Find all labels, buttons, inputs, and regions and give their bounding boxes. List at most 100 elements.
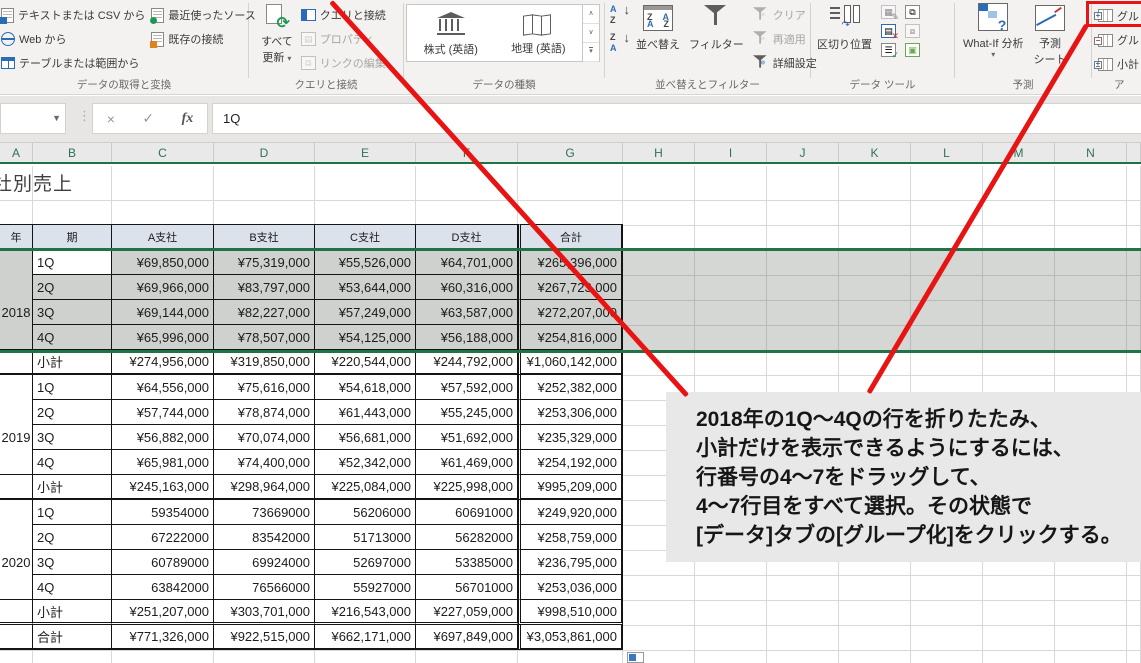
- table-row[interactable]: 4Q¥65,996,000¥78,507,000¥54,125,000¥56,1…: [0, 325, 623, 350]
- consolidate-icon[interactable]: ⧉: [905, 5, 920, 19]
- year-cell[interactable]: [0, 400, 33, 425]
- table-cell[interactable]: ¥78,507,000: [214, 325, 315, 350]
- table-cell[interactable]: 小計: [33, 600, 112, 625]
- table-cell[interactable]: ¥998,510,000: [518, 600, 623, 625]
- table-cell[interactable]: 63842000: [112, 575, 214, 600]
- sort-descending-button[interactable]: ZA↓: [609, 31, 631, 60]
- table-cell[interactable]: 55927000: [315, 575, 416, 600]
- table-cell[interactable]: ¥249,920,000: [518, 500, 623, 525]
- table-cell[interactable]: ¥56,681,000: [315, 425, 416, 450]
- name-box-dropdown-icon[interactable]: ▼: [52, 113, 61, 123]
- table-cell[interactable]: 83542000: [214, 525, 315, 550]
- year-cell[interactable]: [0, 275, 33, 300]
- sheet-title-cell[interactable]: 社別売上: [0, 169, 73, 196]
- table-cell[interactable]: ¥253,036,000: [518, 575, 623, 600]
- table-cell[interactable]: 56282000: [416, 525, 518, 550]
- table-cell[interactable]: 4Q: [33, 450, 112, 475]
- table-cell[interactable]: ¥995,209,000: [518, 475, 623, 500]
- from-table-range-button[interactable]: テーブルまたは範囲から: [1, 51, 145, 75]
- table-cell[interactable]: D支社: [416, 224, 518, 250]
- table-cell[interactable]: ¥303,701,000: [214, 600, 315, 625]
- table-cell[interactable]: ¥65,996,000: [112, 325, 214, 350]
- text-to-columns-button[interactable]: ↷ 区切り位置: [817, 3, 872, 52]
- gallery-more-button[interactable]: ▾: [583, 43, 599, 62]
- table-cell[interactable]: ¥52,342,000: [315, 450, 416, 475]
- table-cell[interactable]: ¥69,966,000: [112, 275, 214, 300]
- table-cell[interactable]: ¥65,981,000: [112, 450, 214, 475]
- column-header-M[interactable]: M: [983, 143, 1055, 162]
- table-cell[interactable]: 期: [33, 224, 112, 250]
- table-row[interactable]: 20193Q¥56,882,000¥70,074,000¥56,681,000¥…: [0, 425, 623, 450]
- relationships-icon[interactable]: ⧈: [905, 24, 920, 38]
- column-header-G[interactable]: G: [518, 143, 623, 162]
- table-cell[interactable]: ¥57,249,000: [315, 300, 416, 325]
- table-cell[interactable]: 73669000: [214, 500, 315, 525]
- table-cell[interactable]: ¥922,515,000: [214, 625, 315, 650]
- table-cell[interactable]: ¥53,644,000: [315, 275, 416, 300]
- table-cell[interactable]: ¥64,556,000: [112, 375, 214, 400]
- table-cell[interactable]: 51713000: [315, 525, 416, 550]
- table-cell[interactable]: 67222000: [112, 525, 214, 550]
- subtotal-button[interactable]: ± 小計: [1098, 52, 1141, 76]
- insert-function-button[interactable]: fx: [182, 111, 194, 127]
- table-cell[interactable]: ¥225,084,000: [315, 475, 416, 500]
- year-cell[interactable]: [0, 250, 33, 275]
- table-row[interactable]: 1Q59354000736690005620600060691000¥249,9…: [0, 500, 623, 525]
- table-row[interactable]: 4Q63842000765660005592700056701000¥253,0…: [0, 575, 623, 600]
- table-row[interactable]: 1Q¥64,556,000¥75,616,000¥54,618,000¥57,5…: [0, 375, 623, 400]
- grand-total-row[interactable]: 合計¥771,326,000¥922,515,000¥662,171,000¥6…: [0, 625, 623, 650]
- remove-duplicates-icon[interactable]: ▤✕: [881, 24, 896, 38]
- column-header-J[interactable]: J: [767, 143, 839, 162]
- table-cell[interactable]: ¥75,616,000: [214, 375, 315, 400]
- table-cell[interactable]: ¥75,319,000: [214, 250, 315, 275]
- year-cell[interactable]: [0, 500, 33, 525]
- year-cell[interactable]: [0, 325, 33, 350]
- table-cell[interactable]: [0, 475, 33, 500]
- geography-data-type[interactable]: 地理 (英語): [495, 5, 583, 61]
- table-cell[interactable]: ¥78,874,000: [214, 400, 315, 425]
- table-cell[interactable]: ¥83,797,000: [214, 275, 315, 300]
- table-cell[interactable]: 56206000: [315, 500, 416, 525]
- table-cell[interactable]: ¥56,188,000: [416, 325, 518, 350]
- table-row[interactable]: 20183Q¥69,144,000¥82,227,000¥57,249,000¥…: [0, 300, 623, 325]
- table-cell[interactable]: ¥216,543,000: [315, 600, 416, 625]
- data-model-icon[interactable]: ▣: [905, 43, 920, 57]
- column-header-strip[interactable]: ABCDEFGHIJKLMN: [0, 143, 1141, 164]
- column-header-I[interactable]: I: [695, 143, 767, 162]
- table-cell[interactable]: ¥54,125,000: [315, 325, 416, 350]
- forecast-sheet-button[interactable]: 予測 シート: [1034, 3, 1067, 67]
- column-header-D[interactable]: D: [214, 143, 315, 162]
- table-cell[interactable]: ¥61,443,000: [315, 400, 416, 425]
- table-cell[interactable]: ¥69,144,000: [112, 300, 214, 325]
- column-header-K[interactable]: K: [839, 143, 911, 162]
- table-cell[interactable]: 59354000: [112, 500, 214, 525]
- recent-sources-button[interactable]: 最近使ったソース: [151, 3, 255, 27]
- table-cell[interactable]: ¥298,964,000: [214, 475, 315, 500]
- table-cell[interactable]: 1Q: [33, 375, 112, 400]
- table-cell[interactable]: 76566000: [214, 575, 315, 600]
- table-cell[interactable]: ¥55,245,000: [416, 400, 518, 425]
- year-cell[interactable]: [0, 575, 33, 600]
- worksheet-grid[interactable]: 社別売上 年期A支社B支社C支社D支社合計1Q¥69,850,000¥75,31…: [0, 166, 1141, 663]
- table-cell[interactable]: ¥74,400,000: [214, 450, 315, 475]
- table-cell[interactable]: ¥60,316,000: [416, 275, 518, 300]
- table-cell[interactable]: [0, 350, 33, 375]
- table-cell[interactable]: ¥274,956,000: [112, 350, 214, 375]
- table-cell[interactable]: ¥3,053,861,000: [518, 625, 623, 650]
- table-cell[interactable]: 2Q: [33, 525, 112, 550]
- cancel-button[interactable]: ×: [107, 111, 115, 127]
- table-cell[interactable]: ¥662,171,000: [315, 625, 416, 650]
- from-text-csv-button[interactable]: テキストまたは CSV から: [1, 3, 145, 27]
- advanced-filter-button[interactable]: ⚙ 詳細設定: [753, 51, 817, 75]
- table-cell[interactable]: 2Q: [33, 275, 112, 300]
- existing-connections-button[interactable]: 既存の接続: [151, 27, 255, 51]
- table-cell[interactable]: 年: [0, 224, 33, 250]
- year-cell[interactable]: [0, 375, 33, 400]
- column-header-E[interactable]: E: [315, 143, 416, 162]
- table-row[interactable]: 20203Q60789000699240005269700053385000¥2…: [0, 550, 623, 575]
- table-cell[interactable]: ¥69,850,000: [112, 250, 214, 275]
- table-cell[interactable]: 52697000: [315, 550, 416, 575]
- table-cell[interactable]: ¥258,759,000: [518, 525, 623, 550]
- table-cell[interactable]: ¥64,701,000: [416, 250, 518, 275]
- table-cell[interactable]: 56701000: [416, 575, 518, 600]
